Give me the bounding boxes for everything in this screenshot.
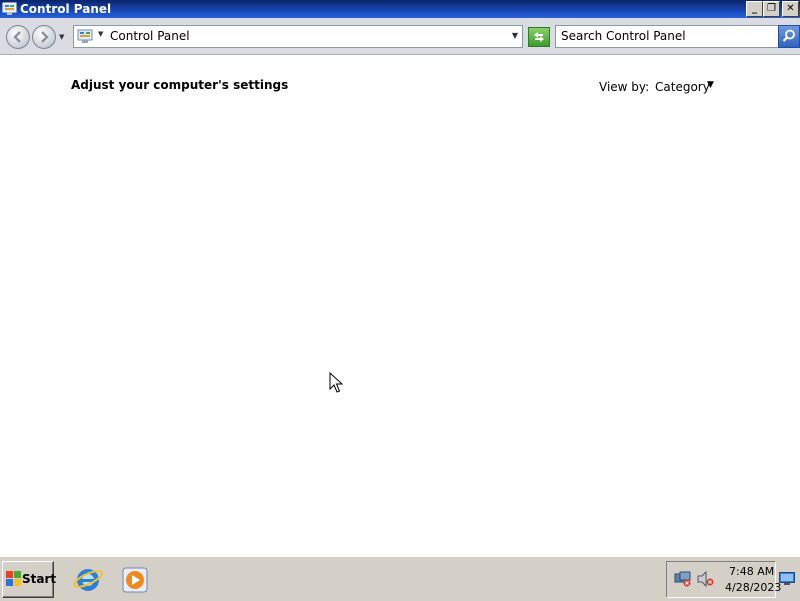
refresh-button[interactable] <box>528 27 550 47</box>
close-button[interactable]: ✕ <box>782 1 799 17</box>
breadcrumb[interactable]: Control Panel <box>110 29 190 43</box>
notification-area: 7:48 AM 4/28/2023 <box>666 561 781 598</box>
windows-media-player-icon[interactable] <box>121 566 149 594</box>
control-panel-icon <box>77 29 93 43</box>
start-label: Start <box>22 572 57 586</box>
mouse-cursor-icon <box>329 372 343 393</box>
clock-time[interactable]: 7:48 AM <box>729 565 774 578</box>
window-title: Control Panel <box>20 2 112 16</box>
navigation-bar: ▼ ▼ Control Panel ▼ <box>0 18 800 55</box>
address-bar[interactable]: ▼ Control Panel ▼ <box>73 25 523 48</box>
network-disconnected-icon[interactable] <box>674 571 692 587</box>
taskbar: Start 7:48 AM 4/28/2023 <box>0 556 800 601</box>
forward-arrow-icon <box>41 31 49 43</box>
maximize-button[interactable]: ❐ <box>763 1 780 17</box>
search-box[interactable] <box>555 25 779 48</box>
internet-explorer-icon[interactable] <box>72 563 104 595</box>
clock-date[interactable]: 4/28/2023 <box>725 581 781 594</box>
back-arrow-icon <box>13 31 21 43</box>
title-bar[interactable]: Control Panel _ ❐ ✕ <box>0 0 800 18</box>
search-button[interactable] <box>778 25 800 48</box>
address-dropdown-icon[interactable]: ▼ <box>512 31 518 40</box>
minimize-button[interactable]: _ <box>746 1 763 17</box>
volume-muted-icon[interactable] <box>697 571 715 587</box>
windows-logo-icon <box>6 571 21 586</box>
control-panel-icon <box>2 2 17 15</box>
view-by-dropdown[interactable]: Category <box>655 80 710 94</box>
search-input[interactable] <box>556 26 777 45</box>
breadcrumb-chevron-icon[interactable]: ▼ <box>98 30 103 38</box>
back-button[interactable] <box>6 25 30 49</box>
show-desktop-icon[interactable] <box>779 572 795 586</box>
start-button[interactable]: Start <box>2 561 57 598</box>
recent-pages-dropdown[interactable]: ▼ <box>59 33 64 41</box>
search-icon <box>782 29 795 42</box>
page-title: Adjust your computer's settings <box>71 78 289 92</box>
forward-button[interactable] <box>32 25 56 49</box>
view-by-chevron-icon[interactable]: ▼ <box>707 80 714 90</box>
refresh-icon <box>534 32 544 42</box>
view-by-label: View by: <box>599 80 650 94</box>
